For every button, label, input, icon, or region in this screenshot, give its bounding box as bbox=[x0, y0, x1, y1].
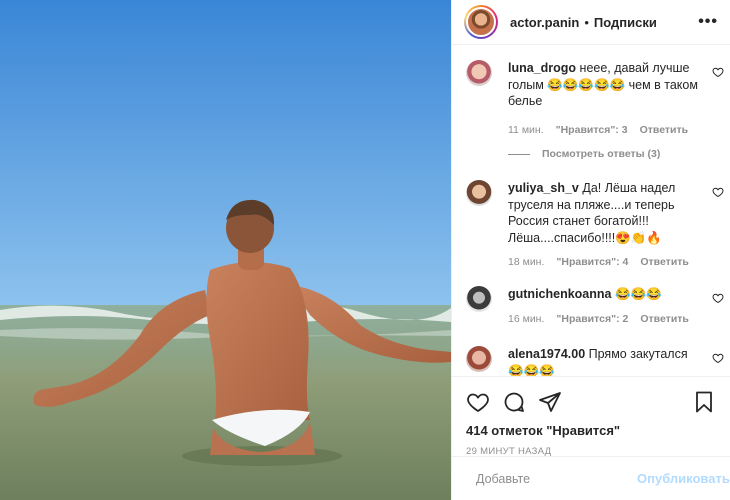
comment-time[interactable]: 18 мин. bbox=[508, 256, 544, 268]
view-replies-label: Посмотреть ответы (3) bbox=[542, 148, 661, 160]
comments-list[interactable]: luna_drogo неее, давай лучше голым 😂😂😂😂😂… bbox=[452, 46, 730, 376]
like-comment-heart-icon[interactable] bbox=[712, 352, 724, 364]
share-paper-plane-icon[interactable] bbox=[538, 390, 562, 414]
reply-button[interactable]: Ответить bbox=[640, 256, 689, 268]
following-button[interactable]: Подписки bbox=[594, 15, 657, 30]
comment-input[interactable] bbox=[476, 471, 637, 486]
post-header: actor.panin • Подписки ••• bbox=[452, 0, 730, 45]
post-photo[interactable] bbox=[0, 0, 451, 500]
comment-username[interactable]: yuliya_sh_v bbox=[508, 181, 579, 195]
post-side-panel: actor.panin • Подписки ••• luna_drogo не… bbox=[451, 0, 730, 500]
like-comment-heart-icon[interactable] bbox=[712, 292, 724, 304]
bookmark-icon[interactable] bbox=[692, 390, 716, 414]
view-replies-button[interactable]: Посмотреть ответы (3) bbox=[508, 148, 660, 160]
comment-username[interactable]: gutnichenkoanna bbox=[508, 287, 611, 301]
reply-button[interactable]: Ответить bbox=[640, 124, 689, 136]
comment-item: gutnichenkoanna 😂😂😂 16 мин. "Нравится": … bbox=[466, 286, 724, 325]
comment-text: 😂😂😂 bbox=[614, 287, 662, 301]
add-comment-bar: Опубликовать bbox=[452, 456, 730, 500]
comment-username[interactable]: luna_drogo bbox=[508, 61, 576, 75]
comment-item: luna_drogo неее, давай лучше голым 😂😂😂😂😂… bbox=[466, 60, 724, 136]
comment-username[interactable]: alena1974.00 bbox=[508, 347, 585, 361]
commenter-avatar[interactable] bbox=[466, 60, 492, 86]
like-comment-heart-icon[interactable] bbox=[712, 186, 724, 198]
author-username[interactable]: actor.panin bbox=[510, 15, 579, 30]
comment-bubble-icon[interactable] bbox=[502, 390, 526, 414]
comment-time[interactable]: 16 мин. bbox=[508, 313, 544, 325]
commenter-avatar[interactable] bbox=[466, 286, 492, 312]
comment-likes[interactable]: "Нравится": 2 bbox=[556, 313, 628, 325]
like-comment-heart-icon[interactable] bbox=[712, 66, 724, 78]
publish-button[interactable]: Опубликовать bbox=[637, 471, 730, 486]
post-actions: 414 отметок "Нравится" 29 МИНУТ НАЗАД bbox=[452, 376, 730, 457]
author-avatar[interactable] bbox=[464, 5, 498, 39]
commenter-avatar[interactable] bbox=[466, 346, 492, 372]
more-options-icon[interactable]: ••• bbox=[698, 13, 718, 31]
likes-count[interactable]: 414 отметок "Нравится" bbox=[466, 423, 716, 438]
comment-likes[interactable]: "Нравится": 4 bbox=[556, 256, 628, 268]
comment-likes[interactable]: "Нравится": 3 bbox=[556, 124, 628, 136]
beach-photo-image bbox=[0, 0, 451, 500]
comment-item: yuliya_sh_v Да! Лёша надел труселя на пл… bbox=[466, 180, 724, 268]
reply-button[interactable]: Ответить bbox=[640, 313, 689, 325]
comment-item: alena1974.00 Прямо закутался 😂😂😂 bbox=[466, 346, 724, 376]
comment-time[interactable]: 11 мин. bbox=[508, 124, 544, 136]
like-heart-icon[interactable] bbox=[466, 390, 490, 414]
commenter-avatar[interactable] bbox=[466, 180, 492, 206]
header-separator: • bbox=[584, 14, 589, 30]
